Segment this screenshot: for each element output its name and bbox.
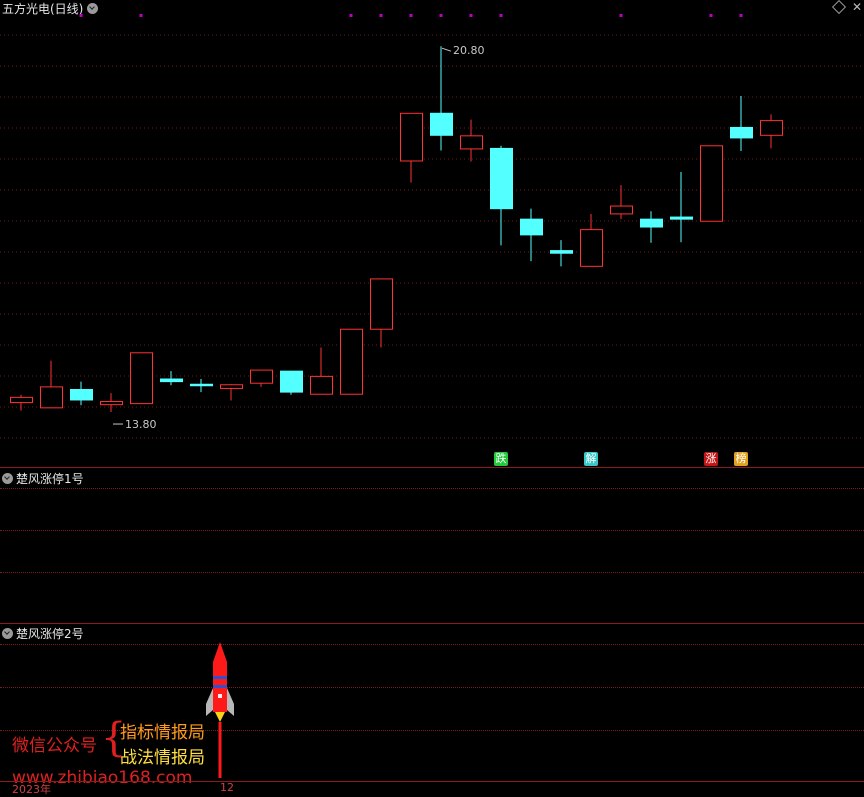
indicator2-title[interactable]: 楚风涨停2号 bbox=[2, 625, 84, 642]
candle bbox=[190, 379, 213, 393]
top-marker bbox=[439, 14, 443, 17]
candle bbox=[160, 371, 183, 386]
candle-body bbox=[250, 369, 273, 384]
promo-line-2: 战法情报局 bbox=[120, 748, 205, 768]
candle bbox=[70, 381, 93, 406]
top-marker bbox=[349, 14, 353, 17]
signal-badge: 涨 bbox=[704, 452, 718, 466]
candle-body bbox=[190, 383, 213, 387]
candle-body bbox=[550, 250, 573, 254]
indicator2-title-text: 楚风涨停2号 bbox=[16, 627, 84, 641]
candle-body bbox=[460, 135, 483, 150]
chevron-down-icon[interactable] bbox=[2, 628, 13, 639]
signal-badge: 解 bbox=[584, 452, 598, 466]
candle bbox=[610, 185, 633, 220]
candle bbox=[370, 278, 393, 348]
candle bbox=[340, 328, 363, 395]
candle bbox=[10, 394, 33, 411]
candle bbox=[700, 145, 723, 222]
candle-body bbox=[490, 147, 513, 210]
top-marker bbox=[79, 14, 83, 17]
axis-year-label: 2023年 bbox=[12, 783, 51, 796]
candle-body bbox=[760, 120, 783, 136]
rocket-icon bbox=[206, 642, 234, 778]
candle bbox=[580, 213, 603, 267]
price-chart: 20.80 13.80 bbox=[0, 14, 864, 439]
candle-body bbox=[340, 328, 363, 395]
candle bbox=[130, 352, 153, 405]
candle-body bbox=[670, 216, 693, 220]
candle-body bbox=[370, 278, 393, 330]
top-marker bbox=[499, 14, 503, 17]
signal-badge: 跌 bbox=[494, 452, 508, 466]
candle bbox=[550, 240, 573, 267]
candle bbox=[220, 384, 243, 401]
promo-label: 微信公众号 bbox=[12, 736, 97, 756]
candle-body bbox=[580, 229, 603, 267]
candle-body bbox=[40, 386, 63, 409]
candle bbox=[460, 119, 483, 162]
candle bbox=[640, 211, 663, 243]
candle-body bbox=[70, 388, 93, 401]
candle bbox=[250, 369, 273, 387]
candle-body bbox=[730, 126, 753, 139]
promo-line-1: 指标情报局 bbox=[120, 723, 205, 743]
candle-body bbox=[520, 218, 543, 236]
panel-separator bbox=[0, 623, 864, 624]
candle bbox=[730, 95, 753, 152]
chevron-down-icon[interactable] bbox=[2, 473, 13, 484]
candle-body bbox=[310, 375, 333, 395]
candle-body bbox=[430, 112, 453, 136]
signal-badge: 榜 bbox=[734, 452, 748, 466]
candle bbox=[760, 114, 783, 149]
top-marker bbox=[379, 14, 383, 17]
axis-separator bbox=[0, 781, 864, 782]
candle bbox=[40, 360, 63, 409]
candle bbox=[430, 46, 453, 151]
top-marker bbox=[409, 14, 413, 17]
candle-body bbox=[610, 205, 633, 215]
max-arrow bbox=[441, 47, 452, 52]
top-marker bbox=[619, 14, 623, 17]
candle-body bbox=[280, 370, 303, 393]
panel-separator bbox=[0, 467, 864, 468]
candle-body bbox=[130, 352, 153, 405]
candle-body bbox=[700, 145, 723, 222]
axis-month-label: 12 bbox=[220, 781, 234, 794]
candle bbox=[520, 208, 543, 262]
candle bbox=[670, 171, 693, 243]
indicator1-title[interactable]: 楚风涨停1号 bbox=[2, 470, 84, 487]
candle bbox=[490, 145, 513, 246]
candle-body bbox=[160, 378, 183, 383]
indicator1-title-text: 楚风涨停1号 bbox=[16, 472, 84, 486]
candle-body bbox=[640, 218, 663, 228]
top-marker bbox=[139, 14, 143, 17]
candle-body bbox=[220, 384, 243, 389]
top-marker bbox=[709, 14, 713, 17]
max-price-label: 20.80 bbox=[453, 44, 485, 57]
top-marker bbox=[469, 14, 473, 17]
candle-body bbox=[400, 112, 423, 162]
candle-body bbox=[10, 396, 33, 404]
candle-body bbox=[100, 401, 123, 406]
min-price-label: 13.80 bbox=[125, 418, 157, 431]
candle bbox=[310, 347, 333, 395]
candle bbox=[100, 393, 123, 413]
candle bbox=[280, 370, 303, 395]
candle bbox=[400, 112, 423, 183]
top-marker bbox=[739, 14, 743, 17]
